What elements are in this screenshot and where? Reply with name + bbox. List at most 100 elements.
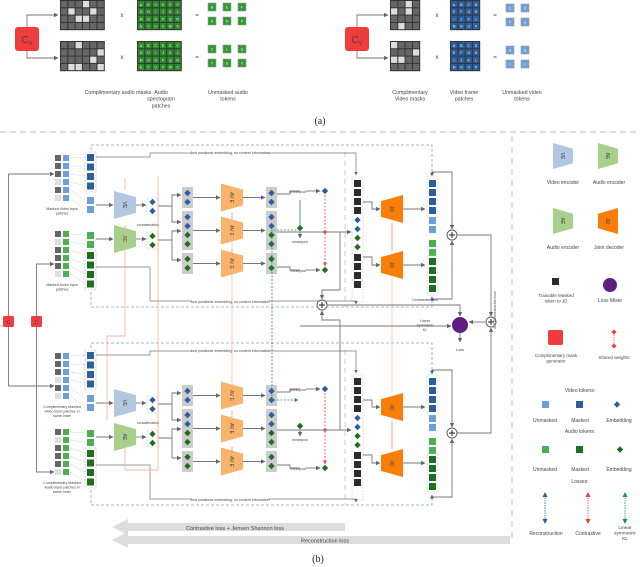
joint-decoder-audio-label: JD bbox=[388, 460, 394, 467]
legend-token-masked-label: Masked bbox=[571, 418, 589, 424]
audio-mask-top-cell bbox=[97, 22, 104, 30]
input-audio-patch bbox=[63, 231, 69, 237]
video-encoder: VE bbox=[114, 191, 136, 219]
input-mask-cell bbox=[55, 187, 61, 193]
video-patches-top-letter: P bbox=[475, 25, 477, 29]
audio-mask-top-cell bbox=[82, 22, 90, 30]
meanpool-label: meanpool bbox=[290, 467, 306, 471]
legend-reconstruction-label: Reconstruction bbox=[529, 531, 563, 537]
trainable-mask-token bbox=[354, 281, 361, 288]
masked-audio-token bbox=[87, 459, 94, 467]
legend-video-unmasked-icon bbox=[542, 401, 549, 408]
input-mask-cell bbox=[55, 255, 61, 261]
reconstructed-audio-token bbox=[429, 456, 436, 463]
input-mask-cell bbox=[55, 155, 61, 161]
video-patches-label: Video frame bbox=[450, 90, 479, 96]
pooled-video-embedding bbox=[321, 187, 329, 195]
patch-token-link bbox=[69, 265, 86, 275]
input-video-patch bbox=[63, 171, 69, 177]
video-mask-top bbox=[390, 0, 421, 31]
multiply-sign: x bbox=[121, 13, 124, 19]
contrastive-loss-label: Contrastive loss bbox=[412, 298, 438, 302]
audio-mask-bottom-cell bbox=[61, 49, 68, 56]
input-video-patch bbox=[63, 179, 69, 185]
reconstructed-audio-token bbox=[429, 240, 436, 247]
audio-patches-bottom: A B C D E FG H I J K LM N O P Q RS T U V W X bbox=[137, 41, 182, 72]
legend-trainable-token-label: Trainable Masked bbox=[538, 293, 574, 298]
linear-kl-label: KL bbox=[423, 328, 427, 332]
audio-patches-top-letter: T bbox=[147, 25, 149, 29]
video-mask-top-cell bbox=[412, 8, 420, 15]
video-patches-bottom-letter: F bbox=[460, 51, 462, 55]
video-tokens-label: tokens bbox=[514, 97, 530, 103]
video-mask-bottom-cell bbox=[398, 49, 405, 56]
meanpool-label: meanpool bbox=[290, 190, 306, 194]
trainable-mask-token bbox=[354, 207, 361, 214]
panel-a: CAxxA B C D E FG H I J K LM N O P Q RS T U V W XA B C D E FG H I J K L… bbox=[15, 0, 542, 109]
unmasked-audio-token bbox=[87, 241, 94, 248]
trainable-mask-token bbox=[354, 452, 361, 459]
patch-token-link bbox=[69, 181, 86, 186]
audio-mask-top-cell bbox=[61, 1, 68, 8]
audio-mask-top-cell bbox=[90, 22, 97, 30]
unmasked-audio-token bbox=[87, 232, 94, 239]
audio-mask-top-cell bbox=[75, 8, 82, 15]
input-audio-patch bbox=[63, 461, 69, 467]
unmasked-audio-token bbox=[87, 439, 94, 446]
legend-contrastive-label: Contrastive bbox=[575, 531, 601, 537]
input-audio-patch bbox=[63, 239, 69, 245]
legend-kl-arrowhead bbox=[622, 492, 628, 497]
video-patches-label: patches bbox=[455, 97, 474, 103]
multiply-sign: x bbox=[436, 55, 439, 61]
legend-mask-generator-label: generator bbox=[546, 359, 566, 364]
stream-link bbox=[171, 404, 182, 423]
pooled-video-embedding bbox=[321, 385, 329, 393]
pooled-av-embedding bbox=[296, 422, 304, 430]
video-mask-top-cell bbox=[405, 8, 412, 15]
input-mask-cell bbox=[55, 353, 61, 359]
audio-patches-top: A B C D E FG H I J K LM N O P Q RS T U V W X bbox=[137, 0, 182, 31]
video-mask-top-cell bbox=[405, 22, 412, 30]
audio-mask-top-cell bbox=[82, 8, 90, 15]
legend-audio-encoder-icon: AE bbox=[598, 143, 618, 169]
stream-link bbox=[158, 390, 182, 405]
input-mask-cell bbox=[55, 437, 61, 443]
video-masks-label: Video masks bbox=[395, 97, 426, 103]
masked-audio-token bbox=[87, 469, 94, 476]
audio-mask-top-cell bbox=[61, 15, 68, 22]
audio-patches-label: spectogram bbox=[147, 97, 175, 103]
audio-mask-top-cell bbox=[90, 8, 97, 15]
input-mask-cell bbox=[55, 163, 61, 169]
legend-mask-generator-icon bbox=[548, 330, 563, 345]
video-patches-top-letter: L bbox=[475, 17, 477, 21]
joint-encoder: AV E bbox=[221, 414, 243, 443]
video-mask-bottom-cell bbox=[412, 63, 420, 71]
audio-input-label: Audio input patches in bbox=[44, 486, 79, 490]
audio-input-label: Masked Audio input bbox=[46, 283, 77, 287]
reconstructed-video-token bbox=[429, 396, 436, 403]
shared-weights-link bbox=[124, 176, 159, 471]
video-mask-bottom-cell bbox=[405, 63, 412, 71]
audio-mask-bottom-cell bbox=[75, 63, 82, 71]
reconstructed-video-token bbox=[429, 180, 436, 187]
legend-losses-title: Losses: bbox=[571, 479, 588, 485]
legend-kl-arrowhead bbox=[622, 519, 628, 524]
legend-audio-tokens-title: Audio tokens: bbox=[565, 429, 595, 435]
patch-token-link bbox=[69, 455, 86, 463]
audio-patches-top-letter: F bbox=[177, 3, 179, 7]
input-audio-patch bbox=[63, 247, 69, 253]
patch-token-link bbox=[69, 241, 86, 245]
input-mask-cell bbox=[55, 271, 61, 277]
reconstructed-video-token bbox=[429, 387, 436, 394]
video-mask-top-cell bbox=[398, 8, 405, 15]
reconstruction-sum bbox=[446, 229, 458, 241]
video-mask-top-cell bbox=[391, 1, 398, 8]
video-mask-bottom-cell bbox=[391, 42, 398, 49]
input-video-patch bbox=[63, 361, 69, 367]
trainable-mask-token bbox=[354, 470, 361, 477]
unmasked-video-token bbox=[87, 404, 94, 411]
video-mask-bottom-cell bbox=[398, 42, 405, 49]
video-patches-bottom: A B C DE F G HI J K LM N O P bbox=[450, 41, 481, 72]
joint-decoder-video: JD bbox=[381, 393, 403, 421]
audio-mask-top-cell bbox=[68, 15, 75, 22]
